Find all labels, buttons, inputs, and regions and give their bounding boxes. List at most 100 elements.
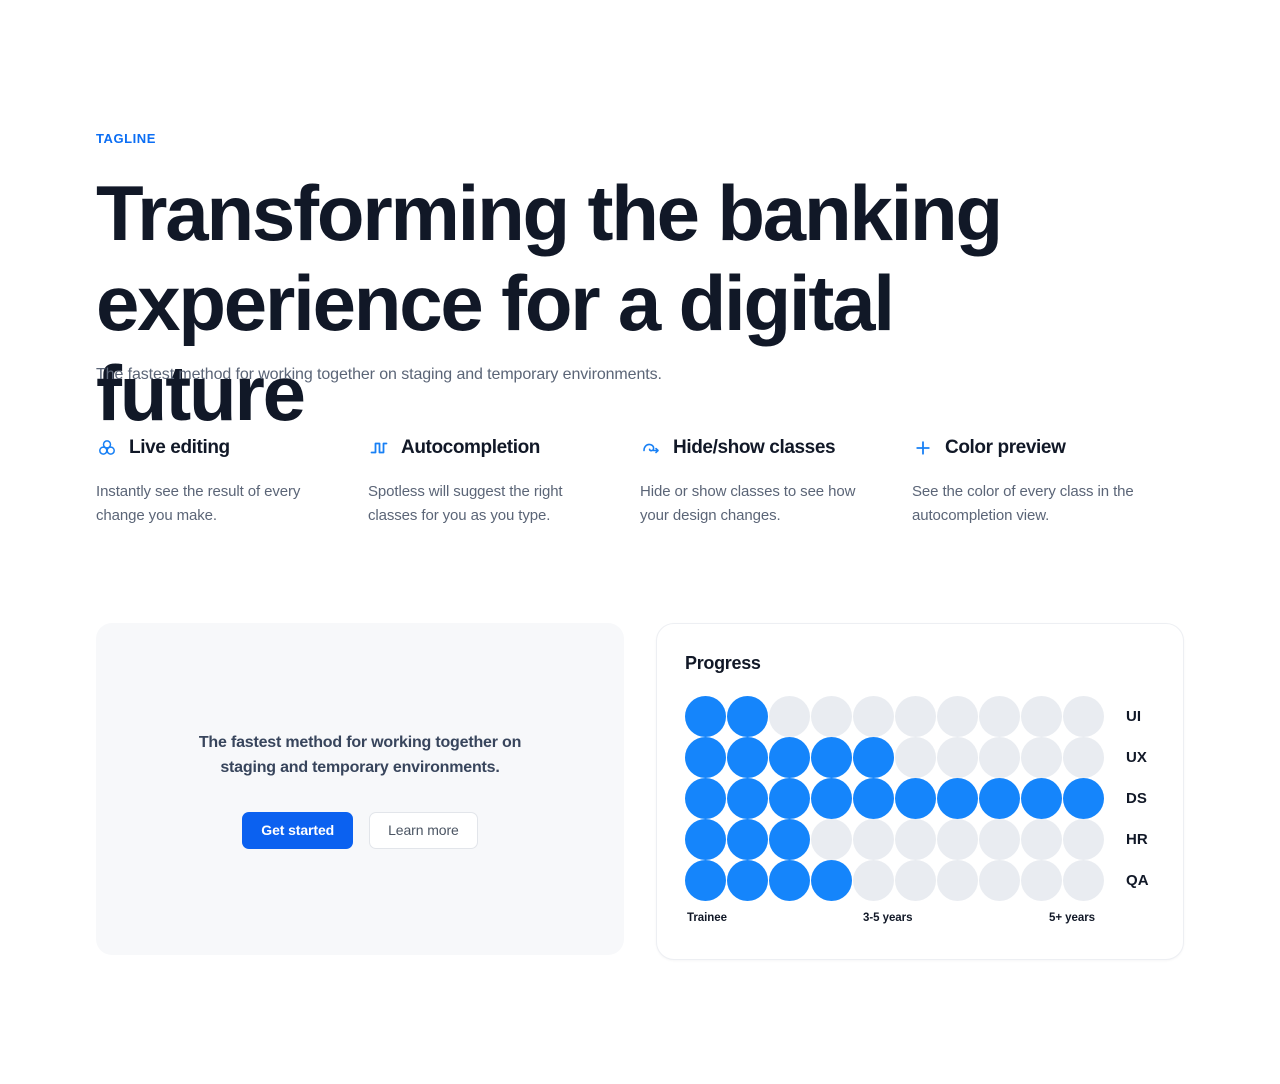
progress-dot-filled <box>811 737 852 778</box>
progress-row-label: UX <box>1126 749 1148 766</box>
progress-dot-empty <box>895 819 936 860</box>
progress-dot-empty <box>1021 860 1062 901</box>
progress-dot-filled <box>685 860 726 901</box>
progress-row-label: UI <box>1126 708 1142 725</box>
progress-dot-filled <box>979 778 1020 819</box>
square-wave-icon <box>368 437 390 459</box>
progress-dot-filled <box>769 778 810 819</box>
progress-dot-filled <box>727 696 768 737</box>
bottom-cards: The fastest method for working together … <box>96 623 1184 960</box>
progress-row-label: DS <box>1126 790 1148 807</box>
progress-dot-empty <box>1021 737 1062 778</box>
progress-dot-filled <box>853 737 894 778</box>
axis-label-mid: 3-5 years <box>863 912 913 924</box>
progress-row: DS <box>685 778 1155 819</box>
feature-description: Instantly see the result of every change… <box>96 483 301 524</box>
progress-dot-empty <box>853 696 894 737</box>
progress-row-dots <box>685 860 1104 901</box>
progress-dot-filled <box>811 778 852 819</box>
axis-label-start: Trainee <box>687 912 727 924</box>
feature-autocompletion: Autocompletion Spotless will suggest the… <box>368 432 640 528</box>
axis-label-end: 5+ years <box>1049 912 1095 924</box>
progress-dot-filled <box>769 737 810 778</box>
progress-dot-empty <box>895 737 936 778</box>
progress-dot-filled <box>727 778 768 819</box>
feature-header: Live editing <box>96 432 324 464</box>
progress-dot-filled <box>685 696 726 737</box>
landing-page: TAGLINE Transforming the banking experie… <box>0 0 1280 1084</box>
progress-card: Progress UI UX DS HR QA Trainee 3-5 years 5+… <box>656 623 1184 960</box>
progress-dot-empty <box>895 696 936 737</box>
progress-dot-matrix: UI UX DS HR QA <box>685 696 1155 901</box>
plus-icon <box>912 437 934 459</box>
feature-color-preview: Color preview See the color of every cla… <box>912 432 1184 528</box>
get-started-button[interactable]: Get started <box>242 811 354 849</box>
progress-dot-filled <box>727 860 768 901</box>
cta-card: The fastest method for working together … <box>96 623 624 955</box>
progress-dot-filled <box>685 737 726 778</box>
progress-dot-empty <box>811 819 852 860</box>
progress-dot-empty <box>895 860 936 901</box>
progress-row-dots <box>685 819 1104 860</box>
progress-dot-filled <box>937 778 978 819</box>
feature-hide-show-classes: Hide/show classes Hide or show classes t… <box>640 432 912 528</box>
feature-header: Autocompletion <box>368 432 596 464</box>
cta-text: The fastest method for working together … <box>198 733 522 776</box>
feature-header: Hide/show classes <box>640 432 868 464</box>
progress-dot-empty <box>1063 696 1104 737</box>
progress-row-label: HR <box>1126 831 1148 848</box>
progress-dot-filled <box>811 860 852 901</box>
progress-dot-filled <box>853 778 894 819</box>
progress-dot-filled <box>727 737 768 778</box>
progress-dot-empty <box>979 860 1020 901</box>
progress-axis: Trainee 3-5 years 5+ years <box>685 912 1097 928</box>
progress-dot-empty <box>1063 737 1104 778</box>
progress-row: UI <box>685 696 1155 737</box>
feature-title: Hide/show classes <box>673 437 836 458</box>
feature-title: Live editing <box>129 437 230 458</box>
feature-title: Autocompletion <box>401 437 540 458</box>
progress-dot-filled <box>895 778 936 819</box>
progress-dot-empty <box>811 696 852 737</box>
feature-title: Color preview <box>945 437 1066 458</box>
progress-dot-empty <box>769 696 810 737</box>
progress-dot-filled <box>727 819 768 860</box>
feature-list: Live editing Instantly see the result of… <box>96 432 1184 528</box>
hero-subtitle: The fastest method for working together … <box>96 366 662 383</box>
progress-dot-empty <box>979 819 1020 860</box>
progress-dot-filled <box>769 860 810 901</box>
progress-dot-empty <box>1021 696 1062 737</box>
progress-dot-empty <box>979 696 1020 737</box>
venn-circles-icon <box>96 437 118 459</box>
progress-dot-empty <box>979 737 1020 778</box>
progress-dot-empty <box>937 819 978 860</box>
progress-row: UX <box>685 737 1155 778</box>
progress-dot-empty <box>937 737 978 778</box>
hide-show-arrow-icon <box>640 437 662 459</box>
progress-row-dots <box>685 696 1104 737</box>
tagline: TAGLINE <box>96 131 156 146</box>
progress-dot-filled <box>1021 778 1062 819</box>
progress-dot-empty <box>1021 819 1062 860</box>
feature-description: See the color of every class in the auto… <box>912 483 1134 524</box>
progress-card-title: Progress <box>685 653 761 673</box>
progress-dot-filled <box>1063 778 1104 819</box>
progress-dot-empty <box>853 860 894 901</box>
progress-row-label: QA <box>1126 872 1149 889</box>
feature-header: Color preview <box>912 432 1140 464</box>
progress-dot-empty <box>1063 819 1104 860</box>
progress-dot-empty <box>937 696 978 737</box>
progress-dot-filled <box>685 819 726 860</box>
progress-dot-empty <box>853 819 894 860</box>
feature-description: Hide or show classes to see how your des… <box>640 483 856 524</box>
cta-button-group: Get started Learn more <box>242 811 478 849</box>
progress-row-dots <box>685 778 1104 819</box>
progress-row-dots <box>685 737 1104 778</box>
page-title: Transforming the banking experience for … <box>96 169 1003 437</box>
feature-live-editing: Live editing Instantly see the result of… <box>96 432 368 528</box>
progress-dot-filled <box>685 778 726 819</box>
progress-dot-empty <box>1063 860 1104 901</box>
learn-more-button[interactable]: Learn more <box>369 811 478 849</box>
progress-dot-empty <box>937 860 978 901</box>
progress-row: QA <box>685 860 1155 901</box>
